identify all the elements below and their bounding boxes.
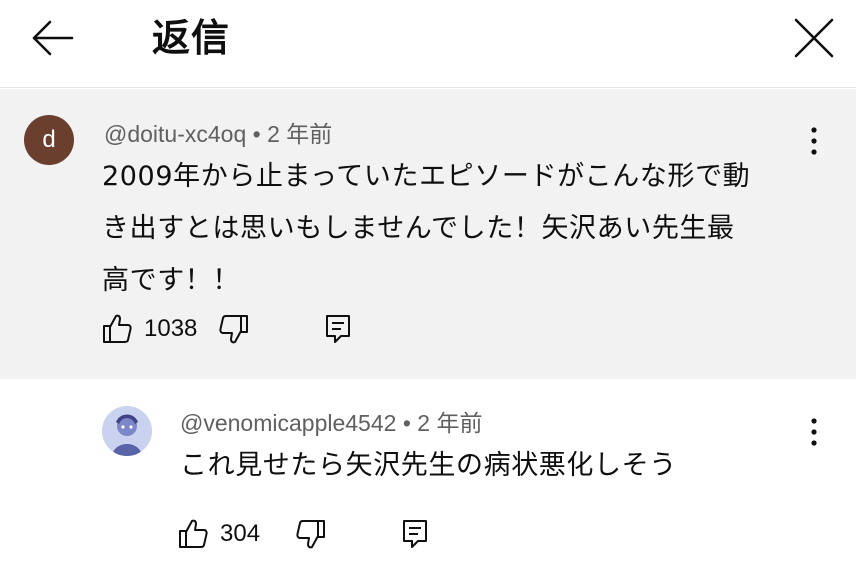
parent-comment: d @doitu-xc4oq • 2 年前 2009年から止まっていたエピソード… <box>0 89 856 379</box>
reply-icon[interactable] <box>323 313 353 345</box>
like-count: 1038 <box>144 315 198 342</box>
comment-line: 2009年から止まっていたエピソードがこんな形で動 <box>102 161 751 192</box>
comment-line: き出すとは思いもしませんでした！矢沢あい先生最 <box>102 213 735 244</box>
meta-separator: • <box>252 121 261 147</box>
comment-text: これ見せたら矢沢先生の病状悪化しそう <box>180 450 677 481</box>
thumbs-up-icon[interactable] <box>102 313 132 345</box>
author-name[interactable]: @doitu-xc4oq <box>104 121 246 147</box>
comment-line: 高です！！ <box>102 265 240 296</box>
like-count: 304 <box>220 520 261 547</box>
comment-meta: @venomicapple4542 • 2 年前 <box>180 408 482 438</box>
comment-actions: 304 <box>178 514 430 554</box>
reply-icon[interactable] <box>400 518 430 550</box>
avatar[interactable] <box>102 406 152 456</box>
author-name[interactable]: @venomicapple4542 <box>180 410 396 436</box>
thumbs-down-icon[interactable] <box>296 518 326 550</box>
comment-meta: @doitu-xc4oq • 2 年前 <box>104 119 332 149</box>
close-icon[interactable] <box>792 16 836 60</box>
avatar[interactable]: d <box>24 115 74 165</box>
meta-separator: • <box>402 410 411 436</box>
comment-actions: 1038 <box>102 309 353 349</box>
thumbs-down-icon[interactable] <box>219 313 249 345</box>
back-arrow-icon[interactable] <box>28 18 76 58</box>
header-bar: 返信 <box>0 0 856 88</box>
comment-time: 2 年前 <box>267 121 333 147</box>
more-vert-icon[interactable] <box>802 123 826 159</box>
more-vert-icon[interactable] <box>802 414 826 450</box>
comment-text: 2009年から止まっていたエピソードがこんな形で動 き出すとは思いもしませんでし… <box>102 151 802 307</box>
comment-time: 2 年前 <box>417 410 483 436</box>
thumbs-up-icon[interactable] <box>178 518 208 550</box>
page-title: 返信 <box>152 16 231 60</box>
